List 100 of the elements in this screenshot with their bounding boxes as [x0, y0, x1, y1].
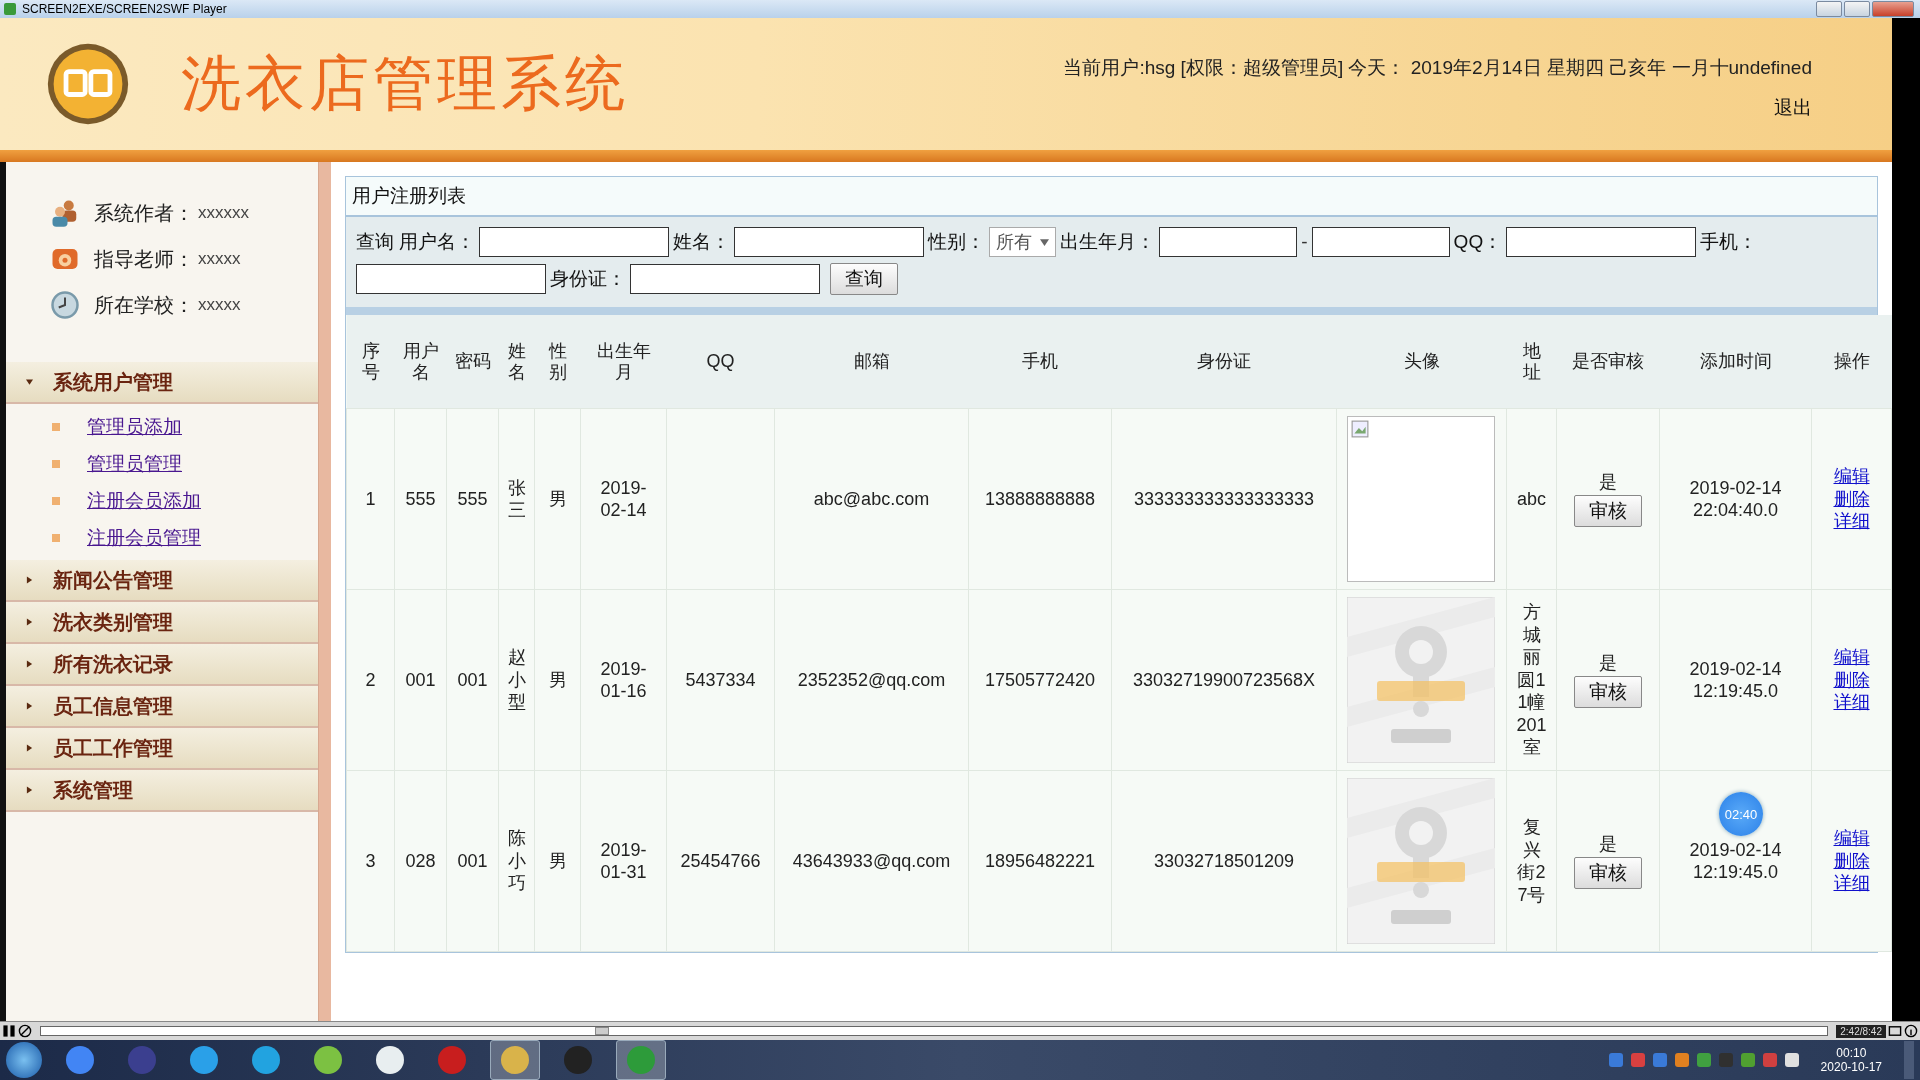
- caret-icon: [26, 743, 33, 753]
- seek-bar[interactable]: [40, 1026, 1829, 1036]
- start-button[interactable]: [6, 1042, 42, 1078]
- table-cell: 2019-01-16: [580, 589, 667, 771]
- bullet-icon: [52, 496, 60, 505]
- table-cell: 张三: [498, 408, 535, 590]
- logo-icon: [45, 41, 131, 127]
- caret-icon: [26, 377, 33, 387]
- field-label: 查询 用户名：: [356, 230, 476, 254]
- action-link[interactable]: 编辑: [1833, 827, 1870, 850]
- table-cell: abc: [1506, 408, 1557, 590]
- bullet-icon: [52, 533, 60, 542]
- splitter-handle[interactable]: [318, 162, 331, 1021]
- table-cell: 555: [394, 408, 447, 590]
- table-cell: 33032719900723568X: [1111, 589, 1337, 771]
- table-cell: 3: [346, 770, 395, 952]
- menu-link[interactable]: 注册会员管理: [87, 524, 201, 551]
- menu-group-header[interactable]: 员工信息管理: [6, 686, 318, 728]
- pause-button[interactable]: [2, 1024, 16, 1038]
- input-field[interactable]: [479, 227, 670, 257]
- action-link[interactable]: 编辑: [1833, 465, 1870, 488]
- caret-icon: [26, 701, 33, 711]
- column-header: 姓名: [498, 315, 535, 409]
- action-link[interactable]: 详细: [1833, 510, 1870, 533]
- fullscreen-button[interactable]: [1888, 1024, 1902, 1038]
- field-label: 姓名：: [673, 230, 731, 254]
- table-cell: 2019-02-14 12:19:45.0: [1659, 589, 1812, 771]
- table-cell: 001: [446, 589, 499, 771]
- input-field[interactable]: [1506, 227, 1697, 257]
- audit-status: 是: [1598, 470, 1618, 494]
- table-cell: 33032718501209: [1111, 770, 1337, 952]
- audit-button[interactable]: 审核: [1574, 676, 1642, 709]
- menu-group-header[interactable]: 新闻公告管理: [6, 560, 318, 602]
- action-link[interactable]: 编辑: [1833, 646, 1870, 669]
- stop-button[interactable]: [18, 1024, 32, 1038]
- menu-group-header[interactable]: 系统用户管理: [6, 362, 318, 404]
- bullet-icon: [52, 459, 60, 468]
- audit-button[interactable]: 审核: [1574, 495, 1642, 528]
- date-to-field[interactable]: [1311, 227, 1450, 257]
- date-from-field[interactable]: [1159, 227, 1298, 257]
- column-header: 性别: [534, 315, 581, 409]
- action-link[interactable]: 详细: [1833, 872, 1870, 895]
- table-cell: 男: [534, 408, 581, 590]
- column-header: 是否审核: [1556, 315, 1660, 409]
- table-cell: 2352352@qq.com: [774, 589, 969, 771]
- column-header: 用户名: [394, 315, 447, 409]
- field-label: 身份证：: [550, 267, 626, 291]
- table-cell: 028: [394, 770, 447, 952]
- menu-group-header[interactable]: 系统管理: [6, 770, 318, 812]
- close-button[interactable]: [1872, 1, 1914, 17]
- info-value: xxxxxx: [198, 203, 249, 223]
- action-link[interactable]: 详细: [1833, 691, 1870, 714]
- table-cell: 555: [446, 408, 499, 590]
- minimize-button[interactable]: [1816, 1, 1842, 17]
- menu-group-header[interactable]: 所有洗衣记录: [6, 644, 318, 686]
- column-header: 添加时间: [1659, 315, 1812, 409]
- table-cell: 18956482221: [968, 770, 1112, 952]
- menu-link[interactable]: 管理员添加: [87, 413, 182, 440]
- tray-icon[interactable]: [1674, 1053, 1689, 1067]
- gender-select[interactable]: 所有: [989, 227, 1057, 257]
- info-button[interactable]: [1904, 1024, 1918, 1038]
- table-cell: 方城丽圆11幢201室: [1506, 589, 1557, 771]
- action-link[interactable]: 删除: [1833, 668, 1870, 692]
- column-header: QQ: [666, 315, 775, 409]
- clock-time: 00:10: [1836, 1046, 1867, 1060]
- column-header: 密码: [446, 315, 499, 409]
- column-header: 手机: [968, 315, 1112, 409]
- action-link[interactable]: 删除: [1833, 849, 1870, 873]
- table-cell: 2019-01-31: [580, 770, 667, 952]
- tray-icon[interactable]: [1784, 1053, 1799, 1067]
- caret-icon: [26, 659, 33, 669]
- column-header: 出生年月: [580, 315, 667, 409]
- caret-icon: [26, 785, 33, 795]
- table-cell: 赵小型: [498, 589, 535, 771]
- menu-link[interactable]: 注册会员添加: [87, 487, 201, 514]
- column-header: 身份证: [1111, 315, 1337, 409]
- table-cell: 001: [446, 770, 499, 952]
- input-field[interactable]: [734, 227, 925, 257]
- panel-title: 用户注册列表: [346, 177, 1877, 217]
- field-label: 手机：: [1700, 230, 1758, 254]
- menu-link[interactable]: 管理员管理: [87, 450, 182, 477]
- input-field[interactable]: [630, 264, 820, 294]
- maximize-button[interactable]: [1844, 1, 1870, 17]
- table-cell: 男: [534, 589, 581, 771]
- action-link[interactable]: 删除: [1833, 487, 1870, 511]
- logout-link[interactable]: 退出: [1774, 95, 1812, 121]
- table-cell: 333333333333333333: [1111, 408, 1337, 590]
- menu-group-header[interactable]: 员工工作管理: [6, 728, 318, 770]
- info-label: 系统作者：: [94, 200, 194, 226]
- bullet-icon: [52, 422, 60, 431]
- audit-button[interactable]: 审核: [1574, 857, 1642, 890]
- menu-group-header[interactable]: 洗衣类别管理: [6, 602, 318, 644]
- search-button[interactable]: 查询: [830, 263, 898, 295]
- seek-thumb[interactable]: [594, 1027, 609, 1035]
- column-header: 邮箱: [774, 315, 969, 409]
- input-field[interactable]: [356, 264, 546, 294]
- table-cell: 陈小巧: [498, 770, 535, 952]
- table-cell: 43643933@qq.com: [774, 770, 969, 952]
- column-header: 地址: [1506, 315, 1557, 409]
- info-label: 指导老师：: [94, 246, 194, 272]
